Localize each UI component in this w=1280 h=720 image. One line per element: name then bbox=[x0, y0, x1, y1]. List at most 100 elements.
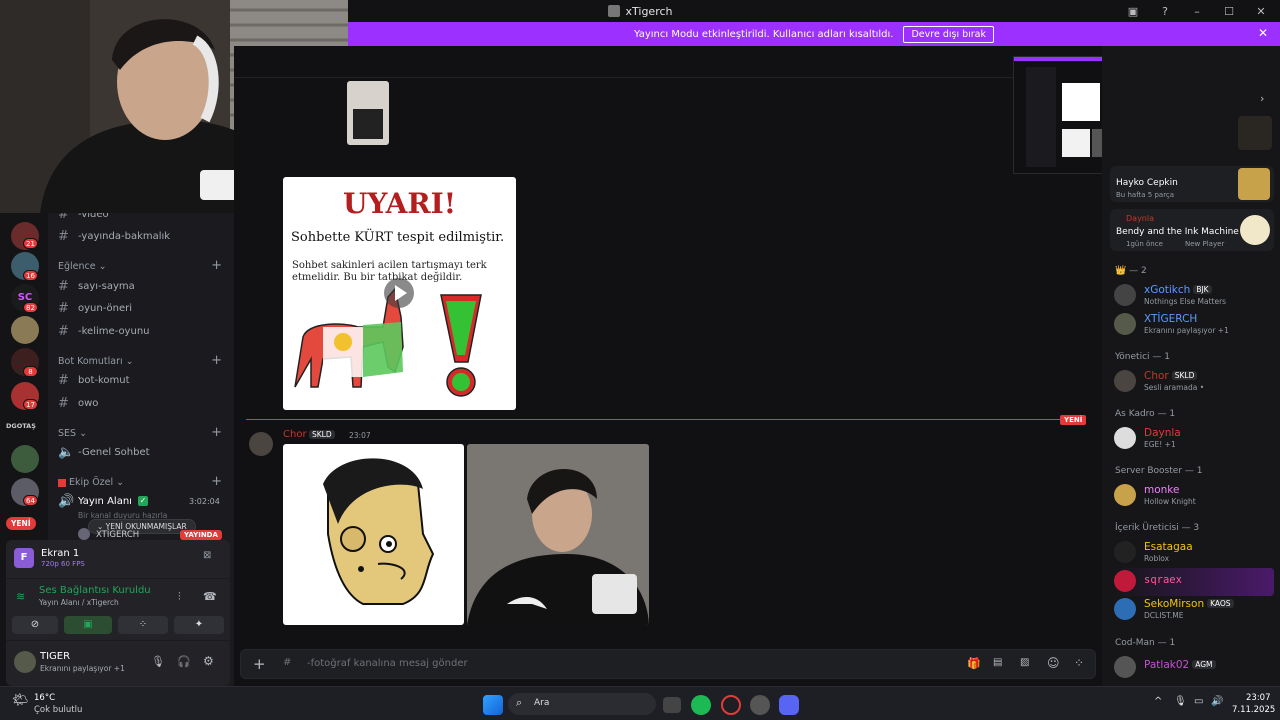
gift-icon[interactable]: 🎁 bbox=[967, 657, 981, 670]
disable-streamer-mode-button[interactable]: Devre dışı bırak bbox=[903, 25, 995, 43]
opera-icon[interactable] bbox=[721, 695, 741, 715]
apps-icon[interactable]: ⁘ bbox=[1074, 656, 1084, 670]
hash-icon: # bbox=[58, 278, 69, 294]
member-item[interactable]: Patlak02 AGM bbox=[1114, 654, 1274, 682]
activity-title: Bendy and the Ink Machine bbox=[1116, 227, 1239, 237]
screen-share-icon: F bbox=[14, 548, 34, 568]
category-fun[interactable]: Eğlence ⌄ bbox=[58, 261, 107, 272]
server-icon[interactable] bbox=[11, 445, 39, 473]
headphones-icon[interactable]: 🎧 bbox=[177, 655, 191, 668]
minimize-button[interactable]: – bbox=[1186, 2, 1208, 20]
clock-time[interactable]: 23:07 bbox=[1246, 693, 1271, 703]
channel-item[interactable]: # owo bbox=[58, 394, 228, 412]
gear-icon[interactable]: ⚙ bbox=[203, 654, 214, 668]
category-bot[interactable]: Bot Komutları ⌄ bbox=[58, 356, 134, 367]
stop-stream-icon[interactable]: ⊠ bbox=[203, 550, 211, 561]
start-button[interactable] bbox=[483, 695, 503, 715]
hash-icon: # bbox=[58, 395, 69, 411]
avatar[interactable] bbox=[14, 651, 36, 673]
avatar[interactable] bbox=[249, 432, 273, 456]
new-unread-pill[interactable]: YENİ bbox=[6, 517, 36, 530]
volume-icon[interactable]: 🔊 bbox=[1211, 696, 1223, 707]
channel-item[interactable]: # sayı-sayma bbox=[58, 277, 228, 295]
voice-member-name[interactable]: XTİGERCH bbox=[96, 530, 139, 540]
discord-icon[interactable] bbox=[779, 695, 799, 715]
clock-date[interactable]: 7.11.2025 bbox=[1232, 705, 1275, 715]
server-icon[interactable] bbox=[11, 316, 39, 344]
activity-card[interactable]: Hayko Cepkin Bu hafta 5 parça bbox=[1110, 166, 1274, 202]
activity-art bbox=[1238, 116, 1272, 150]
speaker-icon: 🔈 bbox=[58, 444, 75, 460]
image-attachment[interactable] bbox=[467, 444, 649, 625]
gif-icon[interactable]: ▤ bbox=[993, 657, 1002, 668]
new-messages-divider bbox=[246, 419, 1084, 420]
message-input-box[interactable]: + # -fotoğraf kanalına mesaj gönder 🎁 ▤ … bbox=[240, 649, 1096, 679]
activity-card[interactable]: Daynla Bendy and the Ink Machine 1gün ön… bbox=[1110, 209, 1274, 251]
add-channel-icon[interactable]: + bbox=[211, 474, 222, 489]
warning-image[interactable]: UYARI! Sohbette KÜRT tespit edilmiştir. … bbox=[283, 177, 516, 410]
steam-icon[interactable] bbox=[750, 695, 770, 715]
camera-off-button[interactable]: ⊘ bbox=[12, 616, 58, 634]
network-icon[interactable]: ▭ bbox=[1194, 696, 1203, 707]
message-input[interactable]: -fotoğraf kanalına mesaj gönder bbox=[307, 658, 468, 669]
speaker-icon: 🔊 bbox=[58, 493, 75, 509]
activities-button[interactable]: ⁘ bbox=[118, 616, 168, 634]
mention-badge: 16 bbox=[23, 270, 38, 281]
disconnect-icon[interactable]: ☎ bbox=[203, 590, 217, 603]
task-view-icon[interactable] bbox=[663, 697, 681, 713]
microphone-icon[interactable]: 🎙 bbox=[151, 655, 165, 668]
channel-item[interactable]: # bot-komut bbox=[58, 371, 228, 389]
add-channel-icon[interactable]: + bbox=[211, 258, 222, 273]
close-icon[interactable]: ✕ bbox=[1258, 26, 1268, 40]
inbox-icon[interactable]: ▣ bbox=[1122, 2, 1144, 20]
chevron-right-icon[interactable]: › bbox=[1260, 92, 1264, 105]
spotify-icon[interactable] bbox=[691, 695, 711, 715]
category-voice[interactable]: SES ⌄ bbox=[58, 428, 87, 439]
weather-icon[interactable]: 🌤 bbox=[12, 693, 29, 708]
member-item[interactable]: xGotikch BJK Nothings Else Matters bbox=[1114, 282, 1274, 310]
member-item[interactable]: monke Hollow Knight bbox=[1114, 482, 1274, 510]
temperature[interactable]: 16°C bbox=[34, 693, 55, 703]
weather-text[interactable]: Çok bulutlu bbox=[34, 705, 82, 715]
help-icon[interactable]: ? bbox=[1154, 2, 1176, 20]
member-item[interactable]: Chor SKLD Sesli aramada • bbox=[1114, 368, 1274, 396]
avatar bbox=[1114, 484, 1136, 506]
avatar bbox=[78, 528, 90, 540]
member-item[interactable]: Esatagaa Roblox bbox=[1114, 539, 1274, 567]
soundboard-button[interactable]: ✦ bbox=[174, 616, 224, 634]
taskbar-search[interactable]: ⌕ Ara bbox=[508, 693, 656, 715]
add-channel-icon[interactable]: + bbox=[211, 353, 222, 368]
screen-share-button[interactable]: ▣ bbox=[64, 616, 112, 634]
channel-item[interactable]: # -kelime-oyunu bbox=[58, 322, 228, 340]
close-window-button[interactable]: ✕ bbox=[1250, 2, 1272, 20]
member-item[interactable]: XTİGERCH Ekranını paylaşıyor +1 bbox=[1114, 311, 1274, 339]
avatar bbox=[1114, 598, 1136, 620]
voice-status[interactable]: Ses Bağlantısı Kuruldu bbox=[39, 585, 151, 596]
member-group-header: Yönetici — 1 bbox=[1115, 352, 1170, 362]
clan-tag[interactable]: SKLD bbox=[309, 430, 335, 439]
member-item[interactable]: Daynla EGE! +1 bbox=[1114, 425, 1274, 453]
add-attachment-icon[interactable]: + bbox=[253, 655, 266, 673]
channel-item[interactable]: # oyun-öneri bbox=[58, 299, 228, 317]
channel-item[interactable]: # -yayında-bakmalık bbox=[58, 227, 228, 245]
category-team[interactable]: Ekip Özel ⌄ bbox=[58, 477, 124, 488]
message-time: 23:07 bbox=[349, 431, 371, 440]
microphone-icon[interactable]: 🎙 bbox=[1174, 696, 1187, 707]
member-item[interactable]: sqraex bbox=[1114, 568, 1274, 596]
streamer-mode-banner: Yayıncı Modu etkinleştirildi. Kullanıcı … bbox=[348, 22, 1280, 46]
noise-suppression-icon[interactable]: ⫶ bbox=[178, 590, 181, 604]
member-group-header: 👑 — 2 bbox=[1115, 266, 1147, 276]
emoji-icon[interactable]: ☺ bbox=[1047, 656, 1060, 670]
member-group-header: Cod-Man — 1 bbox=[1115, 638, 1176, 648]
message-author[interactable]: Chor bbox=[283, 429, 307, 440]
image-attachment[interactable] bbox=[347, 81, 389, 145]
member-item[interactable]: SekoMirson KAOS DCLIST.ME bbox=[1114, 596, 1274, 624]
image-attachment[interactable] bbox=[283, 444, 464, 625]
voice-channel-item[interactable]: 🔈 -Genel Sohbet bbox=[58, 443, 228, 461]
maximize-button[interactable]: ☐ bbox=[1218, 2, 1240, 20]
sticker-icon[interactable]: ▨ bbox=[1020, 657, 1029, 668]
server-folder-label[interactable]: DGOTAŞ bbox=[6, 422, 36, 430]
activity-sub: Bu hafta 5 parça bbox=[1116, 191, 1175, 199]
chevron-up-icon[interactable]: ^ bbox=[1154, 696, 1162, 707]
add-channel-icon[interactable]: + bbox=[211, 425, 222, 440]
